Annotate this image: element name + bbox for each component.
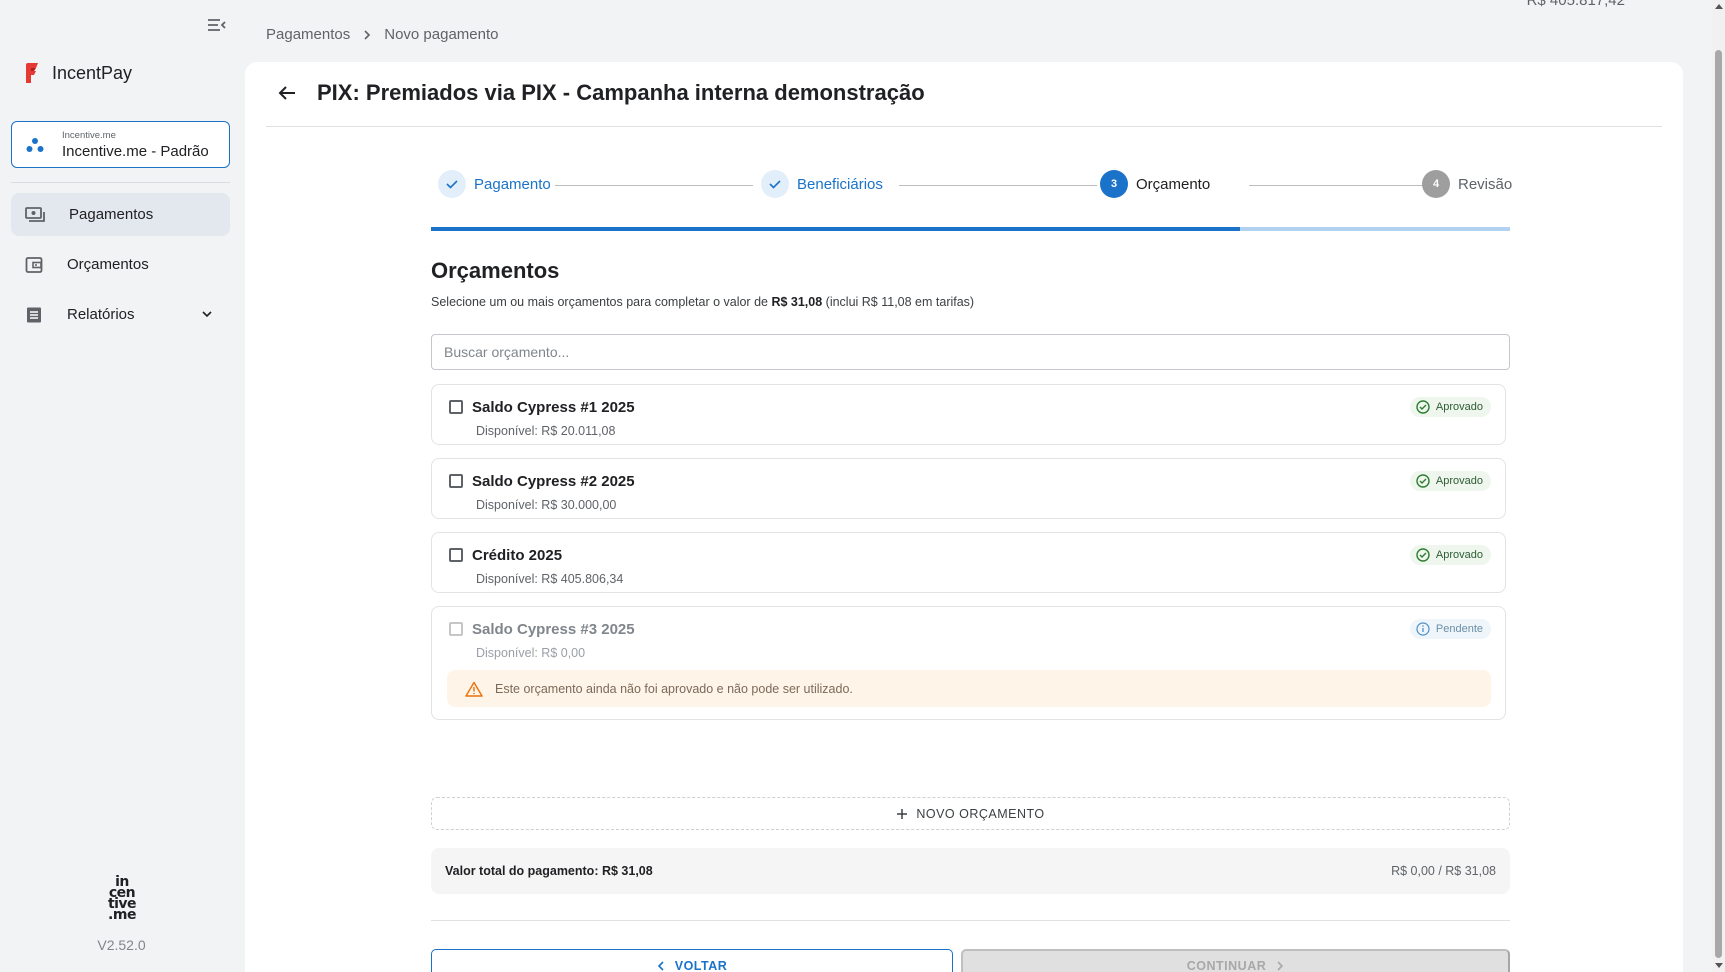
budget-search-input[interactable] bbox=[431, 334, 1510, 370]
status-badge: Pendente bbox=[1409, 619, 1491, 639]
sidebar-item-orcamentos[interactable]: Orçamentos bbox=[11, 243, 230, 286]
scroll-thumb[interactable] bbox=[1715, 50, 1722, 958]
budget-available: Disponível: R$ 20.011,08 bbox=[476, 424, 616, 438]
back-button[interactable]: VOLTAR bbox=[431, 949, 953, 972]
status-badge: Aprovado bbox=[1409, 471, 1491, 491]
status-badge: Aprovado bbox=[1409, 545, 1491, 565]
required-amount: R$ 31,08 bbox=[771, 295, 823, 309]
app-name: IncentPay bbox=[52, 62, 133, 83]
breadcrumb-pagamentos[interactable]: Pagamentos bbox=[266, 26, 350, 43]
sidebar-item-pagamentos[interactable]: Pagamentos bbox=[11, 193, 230, 236]
wallet-icon bbox=[25, 256, 43, 273]
budget-card[interactable]: Saldo Cypress #2 2025 Disponível: R$ 30.… bbox=[431, 458, 1506, 519]
stepper-progress-bar bbox=[431, 227, 1510, 231]
step-label: Orçamento bbox=[1136, 175, 1211, 193]
brand: IncentPay bbox=[24, 62, 132, 84]
status-badge: Aprovado bbox=[1409, 397, 1491, 417]
stepper: Pagamento Beneficiários 3 Orçamento 4 Re… bbox=[431, 170, 1512, 202]
sidebar-divider bbox=[11, 182, 230, 183]
step-number: 3 bbox=[1100, 170, 1128, 198]
budget-available: Disponível: R$ 30.000,00 bbox=[476, 498, 617, 512]
organization-icon bbox=[26, 137, 44, 152]
report-icon bbox=[27, 307, 41, 322]
tenant-name: Incentive.me - Padrão bbox=[62, 142, 209, 160]
sidebar-item-label: Relatórios bbox=[67, 306, 135, 323]
payment-total-bar: Valor total do pagamento: R$ 31,08 R$ 0,… bbox=[431, 848, 1510, 894]
warning-alert: Este orçamento ainda não foi aprovado e … bbox=[447, 670, 1491, 707]
actions-divider bbox=[431, 920, 1510, 921]
scroll-down-icon[interactable] bbox=[1715, 963, 1723, 968]
step-label: Revisão bbox=[1458, 175, 1513, 193]
check-circle-icon bbox=[1416, 474, 1430, 488]
continue-button[interactable]: CONTINUAR bbox=[961, 949, 1510, 972]
budgets-section: Orçamentos Selecione um ou mais orçament… bbox=[431, 258, 1510, 972]
step-revisao[interactable]: 4 Revisão bbox=[1422, 170, 1512, 198]
section-title: Orçamentos bbox=[431, 258, 560, 283]
step-pagamento[interactable]: Pagamento bbox=[438, 170, 551, 198]
section-subtitle: Selecione um ou mais orçamentos para com… bbox=[431, 295, 975, 309]
budget-card[interactable]: Saldo Cypress #1 2025 Disponível: R$ 20.… bbox=[431, 384, 1506, 445]
back-arrow-icon[interactable] bbox=[275, 81, 299, 105]
sidebar-item-label: Orçamentos bbox=[67, 256, 149, 273]
check-circle-icon bbox=[1416, 400, 1430, 414]
sidebar-item-relatorios[interactable]: Relatórios bbox=[11, 293, 230, 336]
title-row: PIX: Premiados via PIX - Campanha intern… bbox=[275, 80, 925, 106]
main-card: PIX: Premiados via PIX - Campanha intern… bbox=[245, 62, 1683, 972]
budget-name: Saldo Cypress #1 2025 bbox=[472, 399, 635, 416]
sidebar-nav: Pagamentos Orçamentos Relatórios bbox=[11, 193, 230, 343]
step-label: Beneficiários bbox=[797, 175, 883, 193]
new-budget-button[interactable]: NOVO ORÇAMENTO bbox=[431, 797, 1510, 830]
chevron-left-icon bbox=[657, 960, 664, 971]
incentive-me-logo: in cen tive .me bbox=[107, 874, 137, 923]
page-title: PIX: Premiados via PIX - Campanha intern… bbox=[317, 80, 925, 105]
budget-name: Saldo Cypress #2 2025 bbox=[472, 473, 635, 490]
tenant-caption: Incentive.me bbox=[62, 129, 116, 141]
budget-checkbox[interactable] bbox=[449, 548, 463, 562]
chevron-right-icon bbox=[364, 29, 371, 40]
budget-card-disabled: Saldo Cypress #3 2025 Disponível: R$ 0,0… bbox=[431, 606, 1506, 720]
stepper-progress-fill bbox=[431, 227, 1241, 231]
page-scrollbar[interactable] bbox=[1712, 0, 1725, 972]
check-icon bbox=[761, 170, 789, 198]
tenant-selector[interactable]: Incentive.me Incentive.me - Padrão bbox=[11, 121, 230, 168]
money-icon bbox=[25, 206, 45, 222]
header-balance: R$ 405.817,42 bbox=[1526, 0, 1625, 9]
budget-card[interactable]: Crédito 2025 Disponível: R$ 405.806,34 A… bbox=[431, 532, 1506, 593]
plus-icon bbox=[897, 808, 908, 819]
scroll-up-icon[interactable] bbox=[1715, 4, 1723, 9]
budget-checkbox[interactable] bbox=[449, 400, 463, 414]
chevron-right-icon bbox=[1277, 960, 1284, 971]
app-version: V2.52.0 bbox=[97, 937, 146, 953]
warning-text: Este orçamento ainda não foi aprovado e … bbox=[495, 681, 853, 696]
warning-icon bbox=[465, 681, 483, 697]
sidebar: IncentPay Incentive.me Incentive.me - Pa… bbox=[0, 0, 243, 972]
breadcrumb-current: Novo pagamento bbox=[384, 26, 499, 43]
step-connector bbox=[899, 185, 1097, 186]
title-divider bbox=[266, 126, 1662, 127]
total-progress: R$ 0,00 / R$ 31,08 bbox=[1391, 864, 1496, 878]
info-icon bbox=[1416, 622, 1430, 636]
budget-available: Disponível: R$ 405.806,34 bbox=[476, 572, 624, 586]
chevron-down-icon[interactable] bbox=[200, 307, 214, 321]
budget-checkbox bbox=[449, 622, 463, 636]
budget-name: Crédito 2025 bbox=[472, 547, 563, 564]
breadcrumb: Pagamentos Novo pagamento bbox=[266, 26, 498, 43]
sidebar-item-label: Pagamentos bbox=[69, 206, 154, 223]
budget-available: Disponível: R$ 0,00 bbox=[476, 646, 586, 660]
budget-name: Saldo Cypress #3 2025 bbox=[472, 621, 635, 638]
check-icon bbox=[438, 170, 466, 198]
step-number: 4 bbox=[1422, 170, 1450, 198]
step-label: Pagamento bbox=[474, 175, 551, 193]
budget-checkbox[interactable] bbox=[449, 474, 463, 488]
step-beneficiarios[interactable]: Beneficiários bbox=[761, 170, 883, 198]
check-circle-icon bbox=[1416, 548, 1430, 562]
step-connector bbox=[555, 185, 753, 186]
step-orcamento[interactable]: 3 Orçamento bbox=[1100, 170, 1210, 198]
total-label: Valor total do pagamento: R$ 31,08 bbox=[445, 864, 653, 878]
collapse-sidebar-icon[interactable] bbox=[206, 16, 232, 40]
incentpay-logo-icon bbox=[26, 63, 38, 83]
step-connector bbox=[1249, 185, 1443, 186]
